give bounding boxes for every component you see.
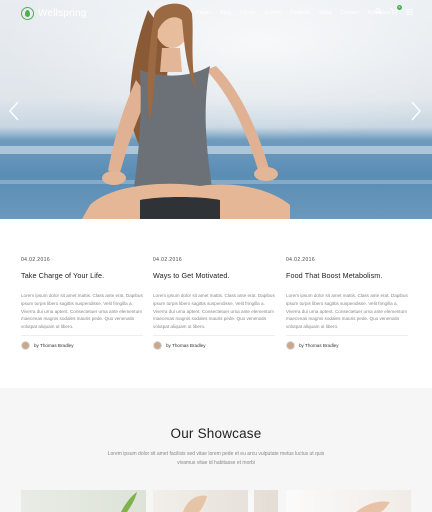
hero-slider: Wellspring Pages Blog Forum Events Portf… [0,0,432,219]
section-title: Our Showcase [170,426,262,441]
author-name: by Thomas Bradley [166,342,206,348]
post-card: 04.02.2016 Ways to Get Motivated. Lorem … [153,257,275,350]
nav-item-blog[interactable]: Blog [220,10,231,16]
divider [153,334,275,336]
author-name: by Thomas Bradley [34,342,74,348]
blog-posts-section: 04.02.2016 Take Charge of Your Life. Lor… [0,219,432,388]
hero-yoga-figure-image [82,3,290,219]
avatar [286,340,295,350]
brand-name: Wellspring [38,8,87,19]
nav-item-contact[interactable]: Contact [341,10,360,16]
nav-item-forum[interactable]: Forum [240,10,255,16]
post-title[interactable]: Take Charge of Your Life. [21,271,143,280]
avatar [21,340,30,350]
cart-count-badge: 0 [397,5,402,10]
showcase-thumbnail[interactable] [286,490,411,512]
divider [286,334,408,336]
post-excerpt: Lorem ipsum dolor sit amet mattis. Class… [286,293,408,330]
post-author[interactable]: by Thomas Bradley [286,340,408,350]
post-excerpt: Lorem ipsum dolor sit amet mattis. Class… [153,293,275,330]
author-name: by Thomas Bradley [299,342,339,348]
divider [21,334,143,336]
brand-logo[interactable]: Wellspring [21,7,87,20]
main-nav: Pages Blog Forum Events Portfolio Shop C… [196,10,400,16]
cart-icon[interactable]: 0 [390,5,402,18]
nav-item-pages[interactable]: Pages [196,10,211,16]
post-author[interactable]: by Thomas Bradley [21,340,143,350]
post-card: 04.02.2016 Take Charge of Your Life. Lor… [21,257,143,350]
slider-prev-icon[interactable] [8,100,20,122]
menu-icon[interactable] [406,8,413,18]
search-icon[interactable] [375,8,382,18]
site-header: Wellspring Pages Blog Forum Events Portf… [0,0,432,30]
post-card: 04.02.2016 Food That Boost Metabolism. L… [286,257,408,350]
slider-next-icon[interactable] [410,100,422,122]
post-author[interactable]: by Thomas Bradley [153,340,275,350]
post-date[interactable]: 04.02.2016 [21,257,143,263]
nav-item-portfolio[interactable]: Portfolio [290,10,310,16]
post-excerpt: Lorem ipsum dolor sit amet mattis. Class… [21,293,143,330]
leaf-logo-icon [21,7,34,20]
nav-item-events[interactable]: Events [264,10,281,16]
post-date[interactable]: 04.02.2016 [153,257,275,263]
header-icons: 0 [375,5,413,18]
showcase-thumbnail[interactable] [21,490,146,512]
avatar [153,340,162,350]
post-date[interactable]: 04.02.2016 [286,257,408,263]
section-description: Lorem ipsum dolor sit amet facilisis sed… [107,451,325,466]
nav-item-shop[interactable]: Shop [319,10,331,16]
showcase-section: Our Showcase Lorem ipsum dolor sit amet … [0,388,432,512]
post-title[interactable]: Food That Boost Metabolism. [286,271,408,280]
post-title[interactable]: Ways to Get Motivated. [153,271,275,280]
showcase-thumbnail[interactable] [153,490,278,512]
